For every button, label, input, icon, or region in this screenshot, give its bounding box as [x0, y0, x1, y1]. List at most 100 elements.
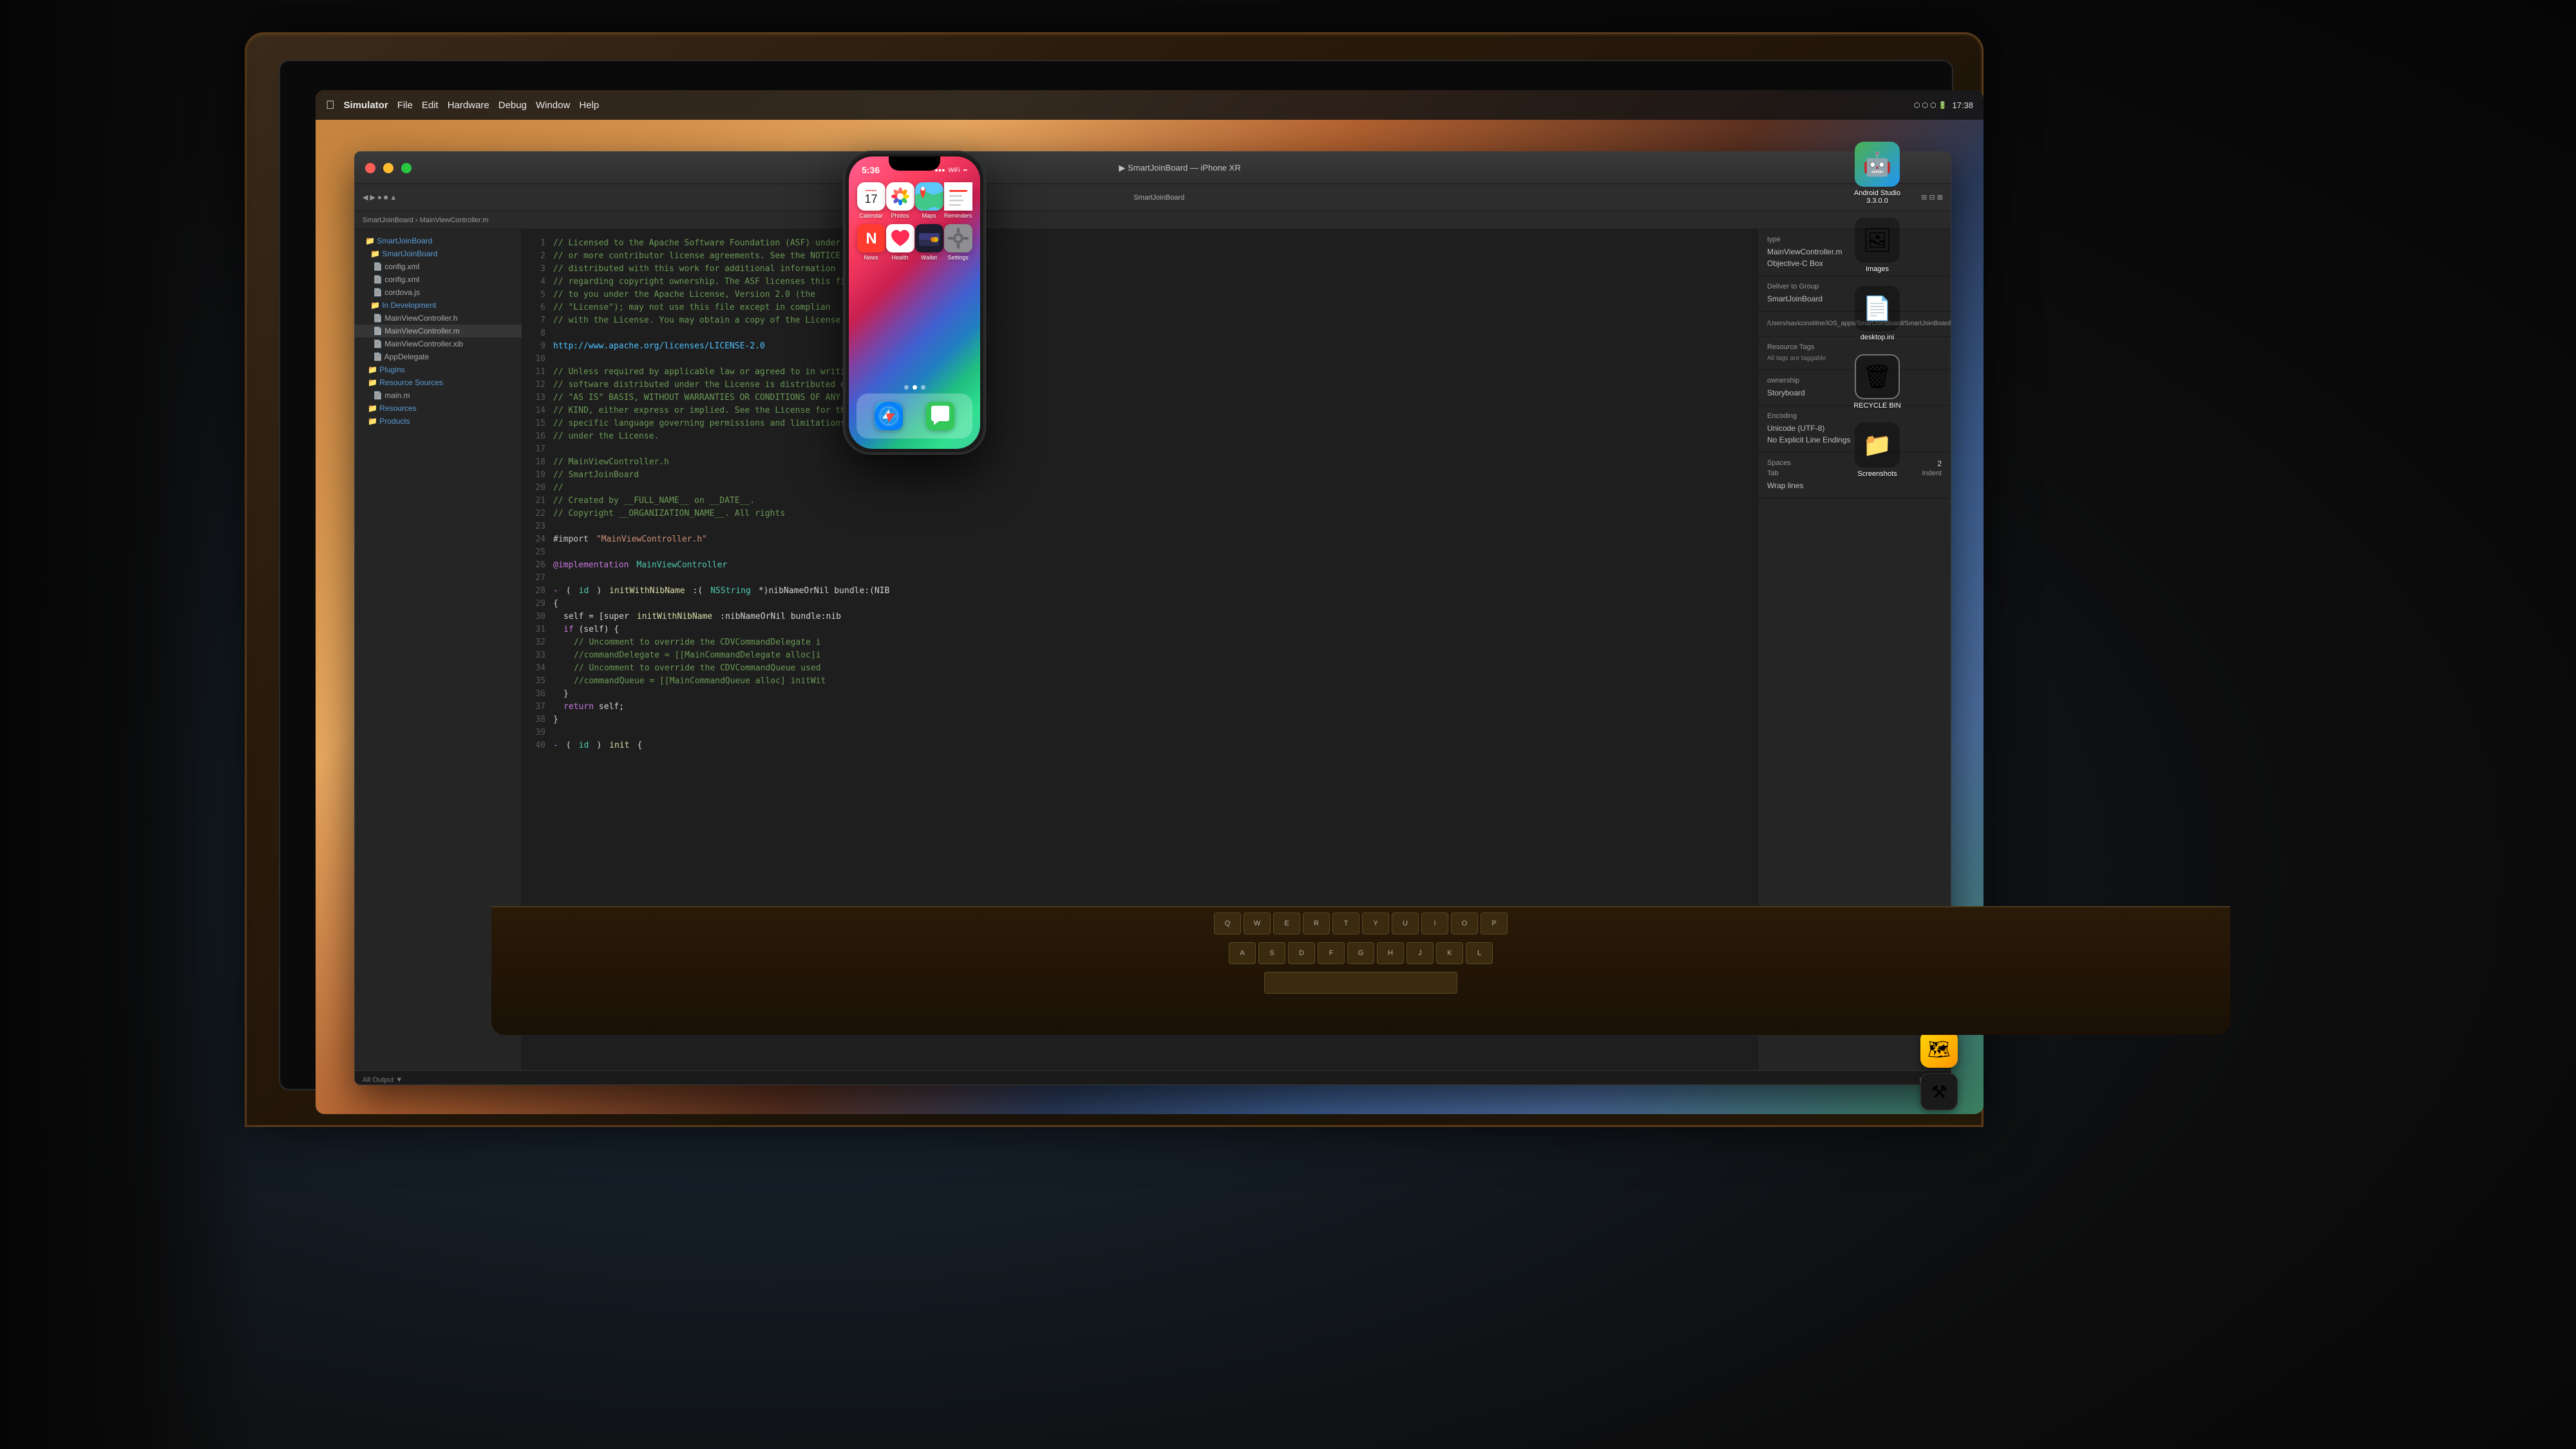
- dock-messages-icon: [926, 402, 954, 430]
- menubar-file[interactable]: File: [397, 100, 413, 111]
- key-i[interactable]: I: [1421, 913, 1448, 934]
- app-maps-icon: [915, 182, 943, 211]
- window-maximize-button[interactable]: [401, 163, 412, 173]
- xcode-title-area: ▶ SmartJoinBoard — iPhone XR: [419, 163, 1940, 173]
- window-minimize-button[interactable]: [383, 163, 393, 173]
- keyboard-row-2: A S D F G H J K L: [491, 937, 2230, 967]
- nav-products[interactable]: 📁 Products: [355, 415, 522, 428]
- desktop-android-studio[interactable]: 🤖 Android Studio 3.3.0.0: [1848, 142, 1906, 205]
- key-o[interactable]: O: [1451, 913, 1478, 934]
- toolbar-right: ⊞ ⊟ ⊠: [1921, 193, 1943, 202]
- key-spacebar[interactable]: [1264, 972, 1457, 994]
- desktop-screenshots-icon: 📁: [1855, 422, 1900, 468]
- nav-main-m[interactable]: 📄 main.m: [355, 389, 522, 402]
- desktop-recycle-bin[interactable]: 🗑 RECYCLE BIN: [1848, 354, 1906, 410]
- nav-resources[interactable]: 📁 Resources: [355, 402, 522, 415]
- app-reminders[interactable]: Reminders: [944, 182, 972, 219]
- person-silhouette: [0, 0, 258, 1449]
- key-s[interactable]: S: [1258, 942, 1285, 964]
- debug-filter-left[interactable]: All Output ▼: [363, 1076, 402, 1084]
- desktop-images-label: Images: [1866, 265, 1889, 273]
- menubar-window[interactable]: Window: [536, 100, 570, 111]
- inspector-wrap-lines[interactable]: Wrap lines: [1767, 480, 1942, 491]
- debug-toolbar[interactable]: All Output ▼ ⊟ Filter: [363, 1076, 1943, 1084]
- app-settings-label: Settings: [947, 254, 969, 261]
- key-l[interactable]: L: [1466, 942, 1493, 964]
- laptop-keyboard[interactable]: Q W E R T Y U I O P A S D F G H J K L: [491, 906, 2230, 1035]
- iphone-status-icons: ●●● WiFi ▪▪: [934, 167, 967, 173]
- nav-resource-sources[interactable]: 📁 Resource Sources: [355, 376, 522, 389]
- nav-plugins[interactable]: 📁 Plugins: [355, 363, 522, 376]
- key-f[interactable]: F: [1318, 942, 1345, 964]
- key-a[interactable]: A: [1229, 942, 1256, 964]
- nav-mainviewcontroller-h[interactable]: 📄 MainViewController.h: [355, 312, 522, 325]
- app-calendar-icon: ▪▪▪▪▪▪▪ 17: [857, 182, 886, 211]
- xcode-toolbar[interactable]: ◀ ▶ ● ■ ▲ SmartJoinBoard ⊞ ⊟ ⊠: [355, 184, 1951, 211]
- desktop-desktop-ini[interactable]: 📄 desktop.ini: [1848, 286, 1906, 341]
- app-calendar[interactable]: ▪▪▪▪▪▪▪ 17 Calendar: [857, 182, 886, 219]
- key-q[interactable]: Q: [1214, 913, 1241, 934]
- nav-config-xml2[interactable]: 📄 config.xml: [355, 273, 522, 286]
- key-w[interactable]: W: [1244, 913, 1271, 934]
- apple-menu[interactable]: : [326, 99, 335, 112]
- menubar-simulator[interactable]: Simulator: [344, 100, 388, 111]
- xcode-window-title: ▶ SmartJoinBoard — iPhone XR: [1119, 163, 1240, 173]
- app-row-2: N News: [857, 224, 972, 261]
- dock-messages[interactable]: [926, 402, 954, 430]
- app-maps[interactable]: Maps: [915, 182, 943, 219]
- nav-config-xml[interactable]: 📄 config.xml: [355, 260, 522, 273]
- key-r[interactable]: R: [1303, 913, 1330, 934]
- dock-icon-xcode[interactable]: ⚒: [1920, 1073, 1958, 1110]
- desktop-recycle-bin-label: RECYCLE BIN: [1853, 402, 1900, 410]
- app-reminders-label: Reminders: [944, 213, 972, 219]
- dock-icon-maps[interactable]: 🗺: [1920, 1030, 1958, 1068]
- battery-icon: ▪▪: [963, 167, 967, 173]
- desktop-images[interactable]: 🖼 Images: [1848, 218, 1906, 273]
- key-y[interactable]: Y: [1362, 913, 1389, 934]
- menubar-help[interactable]: Help: [579, 100, 599, 111]
- key-g[interactable]: G: [1347, 942, 1374, 964]
- keyboard-row-spacebar: [491, 967, 2230, 996]
- breadcrumb-text: SmartJoinBoard › MainViewController.m: [363, 216, 488, 224]
- menubar-icons: ⬡ ⬡ ⬡ 🔋: [1914, 101, 1947, 109]
- inspector-indent-label: Indent: [1922, 469, 1942, 477]
- page-dot-2: [913, 385, 917, 390]
- nav-cordova-js[interactable]: 📄 cordova.js: [355, 286, 522, 299]
- app-photos[interactable]: Photos: [886, 182, 914, 219]
- inspector-spaces-value[interactable]: 2: [1937, 459, 1942, 469]
- key-t[interactable]: T: [1332, 913, 1359, 934]
- app-photos-icon: [886, 182, 914, 211]
- nav-appdelegate[interactable]: 📄 AppDelegate: [355, 350, 522, 363]
- menubar-debug[interactable]: Debug: [498, 100, 527, 111]
- dock-safari-icon: [875, 402, 903, 430]
- key-h[interactable]: H: [1377, 942, 1404, 964]
- toolbar-title: SmartJoinBoard: [402, 194, 1916, 202]
- desktop-screenshots[interactable]: 📁 Screenshots: [1848, 422, 1906, 478]
- nav-mainviewcontroller-m[interactable]: 📄 MainViewController.m: [355, 325, 522, 337]
- dock-safari[interactable]: [875, 402, 903, 430]
- key-d[interactable]: D: [1288, 942, 1315, 964]
- nav-smartjoinboard2[interactable]: 📁 SmartJoinBoard: [355, 247, 522, 260]
- desktop-icons-area: 🤖 Android Studio 3.3.0.0 🖼 Images 📄 desk…: [1848, 142, 1906, 478]
- menubar-edit[interactable]: Edit: [422, 100, 439, 111]
- app-wallet[interactable]: Wallet: [915, 224, 943, 261]
- iphone-screen[interactable]: 5:36 ●●● WiFi ▪▪ ▪▪▪▪▪▪▪: [849, 156, 980, 449]
- key-k[interactable]: K: [1436, 942, 1463, 964]
- key-p[interactable]: P: [1481, 913, 1508, 934]
- nav-smartjoinboard[interactable]: 📁 SmartJoinBoard: [355, 234, 522, 247]
- nav-mainviewcontroller-xib[interactable]: 📄 MainViewController.xib: [355, 337, 522, 350]
- nav-in-development[interactable]: 📁 In Development: [355, 299, 522, 312]
- app-settings-icon: [944, 224, 972, 252]
- app-health[interactable]: Health: [886, 224, 914, 261]
- desktop-desktop-ini-icon: 📄: [1855, 286, 1900, 331]
- key-e[interactable]: E: [1273, 913, 1300, 934]
- app-news[interactable]: N News: [857, 224, 886, 261]
- window-close-button[interactable]: [365, 163, 375, 173]
- key-j[interactable]: J: [1406, 942, 1434, 964]
- app-settings[interactable]: Settings: [944, 224, 972, 261]
- app-row-1: ▪▪▪▪▪▪▪ 17 Calendar: [857, 182, 972, 219]
- menubar-hardware[interactable]: Hardware: [448, 100, 489, 111]
- key-u[interactable]: U: [1392, 913, 1419, 934]
- app-wallet-icon: [915, 224, 943, 252]
- keyboard-row-1: Q W E R T Y U I O P: [491, 907, 2230, 937]
